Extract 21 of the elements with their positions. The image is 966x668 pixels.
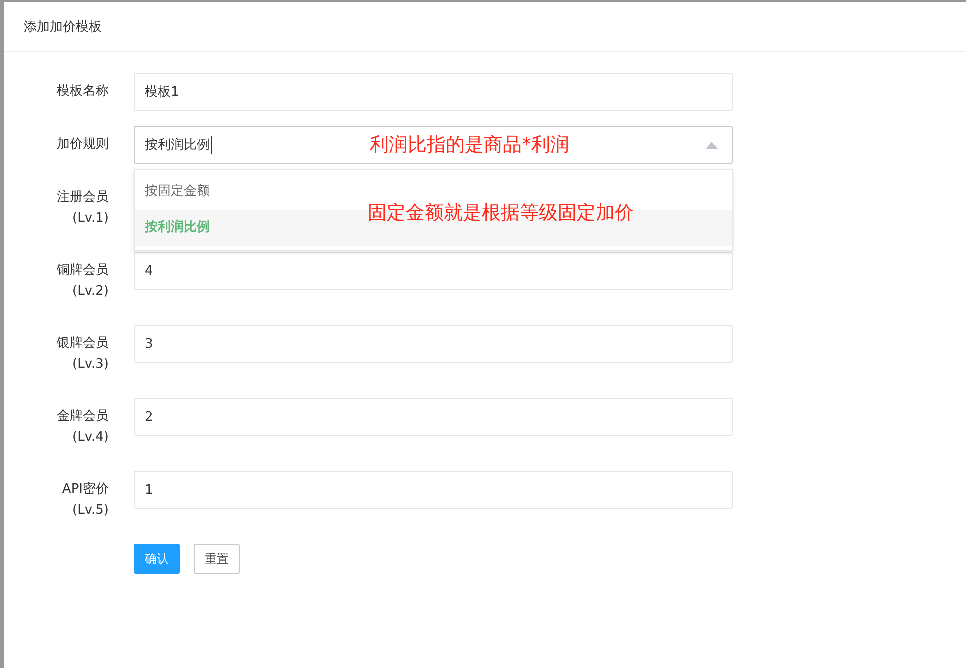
- level-tag: (Lv.4): [72, 427, 109, 448]
- input-field[interactable]: 2: [134, 398, 733, 436]
- dialog-title: 添加加价模板: [24, 18, 102, 36]
- field-label: API密价: [62, 481, 109, 499]
- input-field[interactable]: 3: [134, 325, 733, 363]
- field-label: 加价规则: [56, 136, 110, 154]
- input-field[interactable]: 模板1: [134, 73, 733, 111]
- field-label: 银牌会员: [57, 335, 109, 353]
- field-label: 模板名称: [56, 83, 110, 101]
- field-label: 铜牌会员: [57, 262, 109, 280]
- caret-icon: [706, 142, 718, 148]
- field-label: 金牌会员: [57, 408, 109, 426]
- input-field[interactable]: 4: [134, 252, 733, 290]
- level-tag: (Lv.5): [72, 500, 109, 521]
- input-field[interactable]: 1: [134, 471, 733, 509]
- field-label: 注册会员: [57, 189, 109, 207]
- level-tag: (Lv.1): [72, 208, 109, 229]
- reset-button[interactable]: 重置: [194, 544, 240, 574]
- level-tag: (Lv.2): [72, 281, 109, 302]
- level-tag: (Lv.3): [72, 354, 109, 375]
- annotation-text: 利润比指的是商品*利润: [370, 133, 570, 157]
